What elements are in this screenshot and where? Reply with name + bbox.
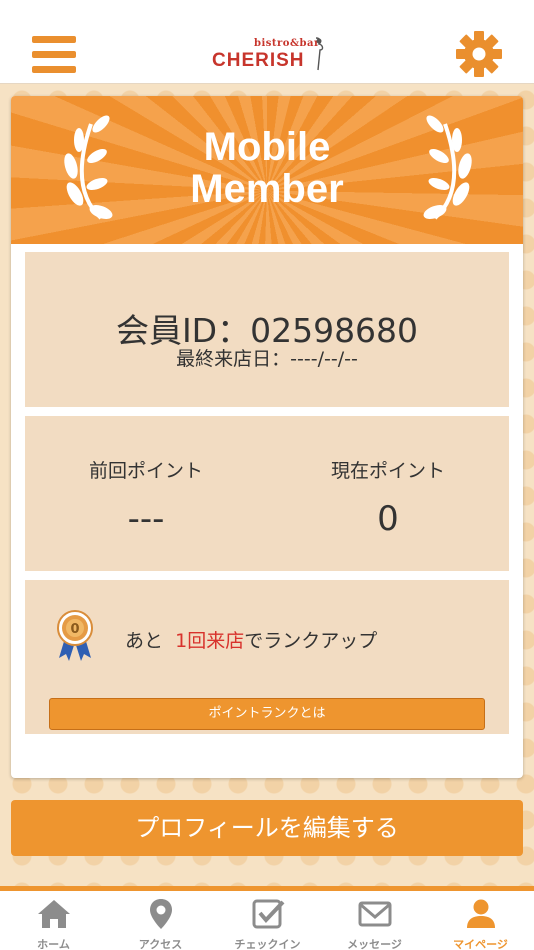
member-card: Mobile Member 会員ID：02598680 最終来店日：----/-… [11,96,523,778]
member-id-panel: 会員ID：02598680 最終来店日：----/--/-- [25,252,509,407]
previous-points: 前回ポイント --- [25,456,267,539]
mobile-member-banner: Mobile Member [11,96,523,244]
previous-points-label: 前回ポイント [88,460,203,482]
cherish-logo: bistro&bar CHERISH [208,36,328,76]
tab-message[interactable]: メッセージ [321,891,428,950]
tab-home-label: ホーム [37,938,70,950]
tab-mypage-label: マイページ [453,938,508,950]
bottom-tab-bar: ホーム アクセス チェックイン メッセージ マイページ [0,886,534,950]
tab-checkin[interactable]: チェックイン [214,891,321,950]
hamburger-menu-icon[interactable] [32,36,76,74]
points-panel: 前回ポイント --- 現在ポイント 0 [25,416,509,571]
medal-number: 0 [70,622,79,637]
home-icon [38,900,70,928]
tab-access[interactable]: アクセス [107,891,214,950]
laurel-right-icon [423,115,472,220]
previous-points-value: --- [127,499,165,539]
user-icon [467,899,495,928]
current-points: 現在ポイント 0 [267,456,509,539]
mail-icon [358,901,392,927]
current-points-label: 現在ポイント [330,460,445,482]
tab-home[interactable]: ホーム [0,891,107,950]
rank-panel: 0 あと 1回来店でランクアップ ポイントランクとは [25,580,509,734]
logo-title: CHERISH [212,50,305,71]
app-header: bistro&bar CHERISH [0,0,534,84]
tab-access-label: アクセス [138,938,183,950]
edit-profile-button[interactable]: プロフィールを編集する [11,800,523,856]
rank-visits-remaining: 1回来店 [175,630,245,652]
last-visit-date: 最終来店日：----/--/-- [176,348,358,370]
fairy-icon [315,37,324,71]
checkin-icon [252,899,285,929]
tab-message-label: メッセージ [347,938,402,950]
current-points-value: 0 [377,499,399,539]
point-rank-info-button[interactable]: ポイントランクとは [49,698,485,730]
rank-up-message: あと 1回来店でランクアップ [125,626,377,653]
rank-suffix: でランクアップ [244,630,378,652]
medal-icon: 0 [57,610,93,661]
tab-checkin-label: チェックイン [234,938,301,950]
rank-prefix: あと [125,630,164,652]
tab-mypage[interactable]: マイページ [427,891,534,950]
gear-icon[interactable] [456,31,502,77]
map-pin-icon [150,899,172,929]
